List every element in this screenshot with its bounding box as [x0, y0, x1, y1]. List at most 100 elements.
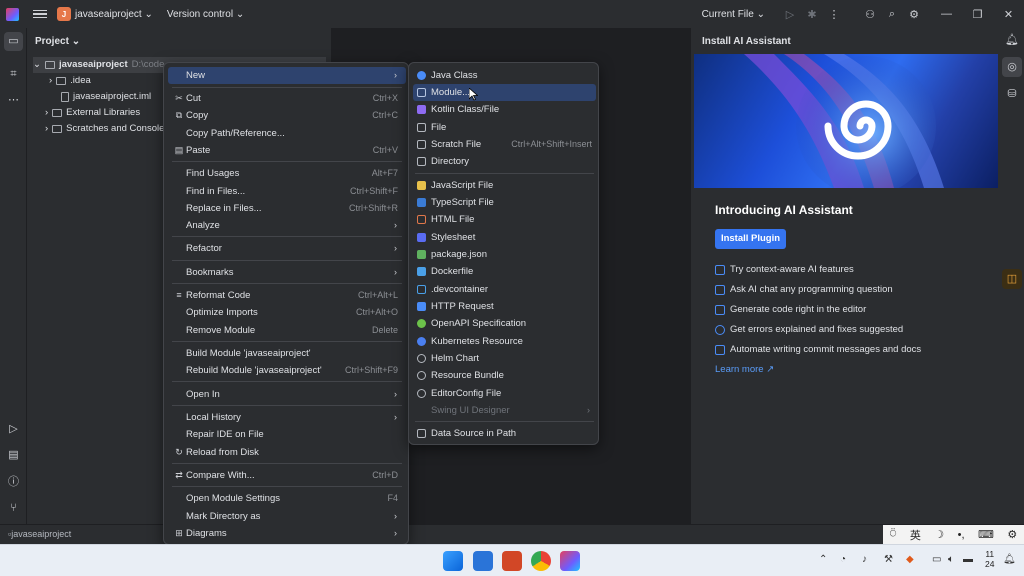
- more-actions-icon[interactable]: ⋮: [823, 8, 845, 21]
- ime-settings-icon[interactable]: ⚙: [1007, 528, 1017, 541]
- menu-item-build-module[interactable]: Build Module 'javaseaiproject': [168, 345, 406, 362]
- project-name: javaseaiproject: [75, 8, 142, 20]
- learn-more-link[interactable]: Learn more ↗: [715, 364, 774, 375]
- git-tool-icon[interactable]: ⑂: [4, 499, 23, 518]
- debug-icon[interactable]: ✱: [801, 8, 823, 21]
- chrome-icon[interactable]: [531, 551, 551, 571]
- run-config-selector[interactable]: Current File ⌄: [702, 9, 765, 20]
- ime-language[interactable]: 英: [910, 527, 921, 543]
- submenu-item-file[interactable]: File: [413, 119, 596, 136]
- close-icon[interactable]: ✕: [993, 8, 1024, 21]
- submenu-item-dockerfile[interactable]: Dockerfile: [413, 263, 596, 280]
- settings-gear-icon[interactable]: ⚙: [903, 8, 925, 21]
- submenu-item-kotlin[interactable]: Kotlin Class/File: [413, 101, 596, 118]
- submenu-item-java-class[interactable]: Java Class: [413, 67, 596, 84]
- menu-item-local-history[interactable]: Local History ›: [168, 409, 406, 426]
- services-tool-icon[interactable]: ▷: [4, 420, 23, 439]
- submenu-item-kubernetes[interactable]: Kubernetes Resource: [413, 333, 596, 350]
- tray-chevron-up-icon[interactable]: ⌃: [819, 554, 827, 565]
- intellij-taskbar-icon[interactable]: [560, 551, 580, 571]
- notification-bell-icon[interactable]: 🔔︎: [1003, 554, 1016, 565]
- menu-item-cut[interactable]: ✂ Cut Ctrl+X: [168, 90, 406, 107]
- project-panel-header[interactable]: Project ⌄: [35, 36, 80, 47]
- ai-assistant-icon[interactable]: ◎: [1002, 57, 1022, 77]
- tray-app-icon[interactable]: ◔: [840, 554, 846, 565]
- punctuation-icon[interactable]: •,: [958, 529, 965, 541]
- submenu-item-package-json[interactable]: package.json: [413, 246, 596, 263]
- submenu-item-javascript[interactable]: JavaScript File: [413, 177, 596, 194]
- menu-item-paste[interactable]: ▤ Paste Ctrl+V: [168, 142, 406, 159]
- submenu-item-html[interactable]: HTML File: [413, 211, 596, 228]
- menu-item-open-in[interactable]: Open In ›: [168, 386, 406, 403]
- tray-app-orange-icon[interactable]: ◆: [906, 554, 914, 565]
- submenu-item-helm-chart[interactable]: Helm Chart: [413, 350, 596, 367]
- submenu-item-resource-bundle[interactable]: Resource Bundle: [413, 367, 596, 384]
- main-menu-icon[interactable]: [33, 9, 47, 19]
- microphone-icon[interactable]: ♪: [862, 554, 867, 565]
- submenu-item-typescript[interactable]: TypeScript File: [413, 194, 596, 211]
- install-plugin-button[interactable]: Install Plugin: [715, 229, 786, 249]
- menu-item-find-usages[interactable]: Find Usages Alt+F7: [168, 165, 406, 182]
- menu-item-copy[interactable]: ⧉ Copy Ctrl+C: [168, 107, 406, 124]
- terminal-tool-icon[interactable]: ▤: [4, 446, 23, 465]
- submenu-item-stylesheet[interactable]: Stylesheet: [413, 229, 596, 246]
- status-breadcrumb[interactable]: ▫javaseaiproject: [8, 529, 71, 539]
- tree-item-iml[interactable]: javaseaiproject.iml: [61, 89, 151, 105]
- tree-item-external-libraries[interactable]: › External Libraries: [45, 105, 140, 121]
- menu-item-open-module-settings[interactable]: Open Module Settings F4: [168, 490, 406, 507]
- menu-item-replace-in-files[interactable]: Replace in Files... Ctrl+Shift+R: [168, 200, 406, 217]
- menu-item-reload-from-disk[interactable]: ↻ Reload from Disk: [168, 444, 406, 461]
- windows-start-icon[interactable]: [443, 551, 463, 571]
- volume-icon[interactable]: 🔈︎: [948, 554, 954, 565]
- chat-app-icon[interactable]: [473, 551, 493, 571]
- menu-item-copy-path[interactable]: Copy Path/Reference...: [168, 125, 406, 142]
- tree-item-idea[interactable]: › .idea: [49, 73, 91, 89]
- submenu-item-scratch-file[interactable]: Scratch File Ctrl+Alt+Shift+Insert: [413, 136, 596, 153]
- menu-item-new[interactable]: New ›: [168, 67, 406, 84]
- tree-item-scratches[interactable]: › Scratches and Consoles: [45, 121, 169, 137]
- plugin-warning-icon[interactable]: ◫: [1002, 269, 1022, 289]
- notifications-bell-icon[interactable]: 🔔︎: [1002, 30, 1022, 50]
- submenu-item-module[interactable]: Module...: [413, 84, 596, 101]
- menu-item-optimize-imports[interactable]: Optimize Imports Ctrl+Alt+O: [168, 304, 406, 321]
- menu-item-diagrams[interactable]: ⊞ Diagrams ›: [168, 525, 406, 542]
- minimize-icon[interactable]: —: [931, 8, 962, 20]
- submenu-item-data-source[interactable]: Data Source in Path: [413, 425, 596, 442]
- menu-item-refactor[interactable]: Refactor ›: [168, 240, 406, 257]
- version-control-menu[interactable]: Version control ⌄: [167, 9, 244, 20]
- submenu-item-devcontainer[interactable]: .devcontainer: [413, 281, 596, 298]
- menu-item-compare-with[interactable]: ⇄ Compare With... Ctrl+D: [168, 467, 406, 484]
- submenu-item-openapi[interactable]: OpenAPI Specification: [413, 315, 596, 332]
- taskbar-clock[interactable]: 11 24: [985, 549, 994, 569]
- menu-item-remove-module[interactable]: Remove Module Delete: [168, 322, 406, 339]
- menu-item-repair-ide[interactable]: Repair IDE on File: [168, 426, 406, 443]
- submenu-item-editorconfig[interactable]: EditorConfig File: [413, 385, 596, 402]
- run-icon[interactable]: ▷: [779, 8, 801, 21]
- powerpoint-icon[interactable]: [502, 551, 522, 571]
- moon-icon[interactable]: ☽: [934, 528, 944, 541]
- menu-item-analyze[interactable]: Analyze ›: [168, 217, 406, 234]
- menu-item-reformat-code[interactable]: ≡ Reformat Code Ctrl+Alt+L: [168, 287, 406, 304]
- menu-item-rebuild-module[interactable]: Rebuild Module 'javaseaiproject' Ctrl+Shi…: [168, 362, 406, 379]
- database-icon[interactable]: ⛁: [1002, 84, 1022, 104]
- tray-tool-icon[interactable]: ⚒: [884, 554, 893, 565]
- keyboard-icon[interactable]: ⌨: [978, 528, 994, 541]
- submenu-item-http-request[interactable]: HTTP Request: [413, 298, 596, 315]
- project-switcher[interactable]: javaseaiproject ⌄: [75, 9, 153, 20]
- add-user-icon[interactable]: ⚇: [859, 8, 881, 21]
- submenu-item-label: JavaScript File: [431, 180, 494, 191]
- battery-icon[interactable]: ▬: [963, 554, 973, 565]
- problems-tool-icon[interactable]: ⓘ: [4, 473, 23, 492]
- more-tools-icon[interactable]: ⋯: [4, 91, 23, 110]
- mouse-cursor-icon: [469, 88, 478, 101]
- menu-item-mark-directory-as[interactable]: Mark Directory as ›: [168, 508, 406, 525]
- project-tool-icon[interactable]: ▭: [4, 32, 23, 51]
- restore-icon[interactable]: ❐: [962, 8, 993, 21]
- ime-logo-icon[interactable]: ⍥: [890, 528, 897, 541]
- structure-tool-icon[interactable]: ⌗: [4, 65, 23, 84]
- menu-item-bookmarks[interactable]: Bookmarks ›: [168, 264, 406, 281]
- submenu-item-directory[interactable]: Directory: [413, 153, 596, 170]
- search-icon[interactable]: ⌕: [881, 8, 903, 21]
- menu-item-find-in-files[interactable]: Find in Files... Ctrl+Shift+F: [168, 183, 406, 200]
- network-icon[interactable]: ▭: [932, 554, 941, 565]
